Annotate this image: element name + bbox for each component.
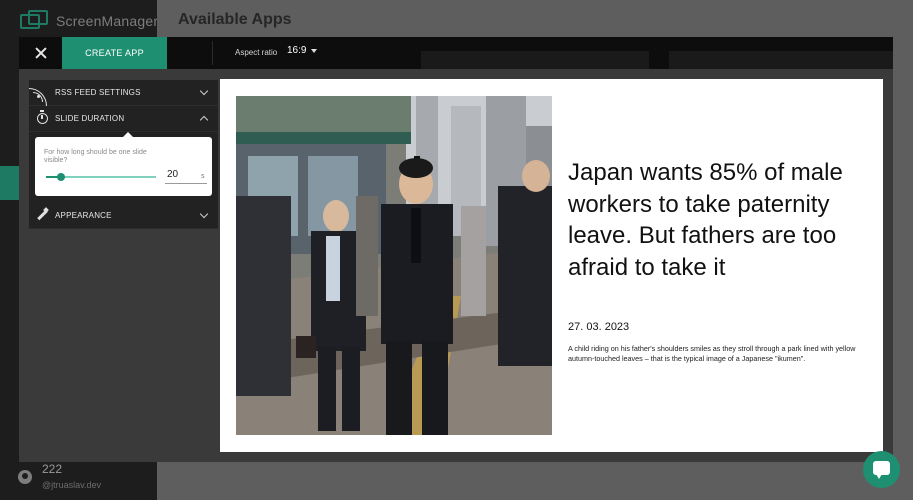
logo-text: ScreenManager [56, 13, 159, 29]
slide-preview: Japan wants 85% of male workers to take … [220, 79, 883, 452]
chevron-down-icon [199, 209, 209, 219]
slider-thumb[interactable] [57, 173, 65, 181]
appearance-header[interactable]: APPEARANCE [29, 203, 218, 229]
toolbar-placeholder [421, 51, 649, 69]
duration-unit: s [201, 173, 205, 180]
chat-icon [873, 461, 890, 479]
modal-toolbar: CREATE APP Aspect ratio 16:9 [19, 37, 893, 69]
chevron-down-icon [199, 86, 209, 96]
article-date: 27. 03. 2023 [568, 321, 630, 333]
article-photo [236, 96, 552, 435]
user-name: 222 [42, 462, 63, 476]
slide-duration-label: SLIDE DURATION [55, 114, 125, 123]
logo-icon [20, 10, 50, 32]
chat-button[interactable] [863, 451, 900, 488]
chevron-up-icon [199, 115, 209, 125]
rss-icon [29, 87, 48, 106]
user-profile: 222 @jtruaslav.dev [18, 462, 101, 490]
duration-slider[interactable] [46, 173, 156, 181]
aspect-ratio-select[interactable]: 16:9 [287, 45, 318, 56]
user-icon [18, 470, 32, 484]
create-app-modal: CREATE APP Aspect ratio 16:9 RSS FEED SE… [19, 37, 893, 462]
close-icon[interactable] [31, 43, 51, 63]
chevron-down-icon [311, 48, 318, 53]
rss-feed-settings-header[interactable]: RSS FEED SETTINGS [29, 80, 218, 106]
rss-feed-settings-label: RSS FEED SETTINGS [55, 88, 141, 97]
appearance-label: APPEARANCE [55, 211, 112, 220]
slide-duration-header[interactable]: SLIDE DURATION [29, 106, 218, 132]
app-logo: ScreenManager [20, 10, 158, 32]
pen-icon [37, 210, 48, 221]
article-headline: Japan wants 85% of male workers to take … [568, 159, 843, 281]
page-title: Available Apps [178, 11, 292, 28]
slide-duration-body: For how long should be one slide visible… [29, 132, 218, 203]
aspect-ratio-label: Aspect ratio [235, 48, 278, 57]
timer-icon [37, 110, 48, 124]
toolbar-divider [212, 41, 213, 65]
duration-card: For how long should be one slide visible… [35, 132, 212, 196]
toolbar-placeholder [669, 51, 893, 69]
create-app-button[interactable]: CREATE APP [62, 37, 167, 69]
aspect-ratio-value: 16:9 [287, 45, 307, 56]
settings-panel: RSS FEED SETTINGS SLIDE DURATION For how… [29, 80, 218, 229]
sidebar-active-indicator [0, 166, 19, 200]
duration-question: For how long should be one slide visible… [44, 149, 147, 164]
user-email: @jtruaslav.dev [42, 480, 101, 490]
article-description: A child riding on his father's shoulders… [568, 344, 856, 363]
